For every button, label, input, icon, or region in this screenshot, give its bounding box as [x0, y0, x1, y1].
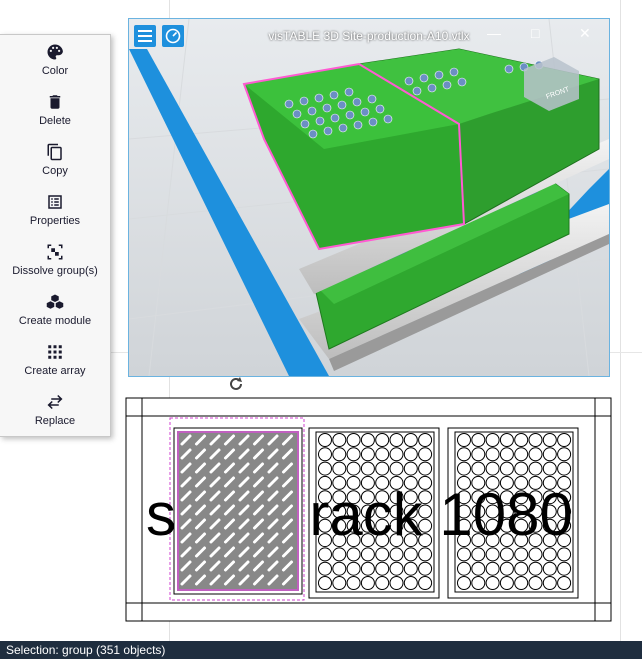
menu-item-label: Color — [41, 65, 69, 77]
ungroup-icon — [47, 244, 63, 260]
menu-item-create-module[interactable]: Create module — [0, 285, 110, 335]
trash-icon — [49, 95, 61, 109]
window-titlebar: visTABLE 3D Site-production-A10.vtlx — □… — [129, 19, 609, 53]
close-button[interactable]: ✕ — [579, 25, 591, 42]
3d-viewer-window[interactable]: FRONT visTABLE 3D Site-production-A10.vt… — [128, 18, 610, 377]
menu-item-label: Create module — [18, 315, 92, 327]
cubes-icon — [46, 294, 64, 309]
menu-item-label: Copy — [42, 165, 68, 177]
menu-item-properties[interactable]: Properties — [0, 185, 110, 235]
menu-item-delete[interactable]: Delete — [0, 85, 110, 135]
menu-item-create-array[interactable]: Create array — [0, 335, 110, 385]
menu-item-dissolve-groups[interactable]: Dissolve group(s) — [0, 235, 110, 285]
selection-status: Selection: group (351 objects) — [6, 643, 166, 657]
list-icon — [48, 195, 62, 209]
menu-item-replace[interactable]: Replace — [0, 385, 110, 435]
menu-item-label: Dissolve group(s) — [12, 265, 98, 277]
grid-icon — [48, 345, 62, 359]
context-menu: Color Delete Copy Properties Dissolve gr… — [0, 34, 111, 437]
menu-item-label: Delete — [39, 115, 71, 127]
menu-item-label: Create array — [24, 365, 86, 377]
status-bar: Selection: group (351 objects) — [0, 641, 642, 659]
maximize-button[interactable]: □ — [531, 25, 539, 41]
menu-item-label: Replace — [34, 415, 76, 427]
canvas-gridline — [620, 0, 621, 641]
menu-item-color[interactable]: Color — [0, 35, 110, 85]
menu-item-label: Properties — [29, 215, 81, 227]
copy-icon — [47, 143, 62, 161]
rotate-handle-icon[interactable] — [228, 376, 244, 392]
swap-icon — [47, 394, 63, 410]
menu-item-copy[interactable]: Copy — [0, 135, 110, 185]
3d-scene[interactable]: FRONT — [129, 19, 609, 376]
minimize-button[interactable]: — — [487, 25, 501, 41]
rack-label: s rack 1080 — [146, 481, 573, 548]
palette-icon — [47, 44, 63, 60]
